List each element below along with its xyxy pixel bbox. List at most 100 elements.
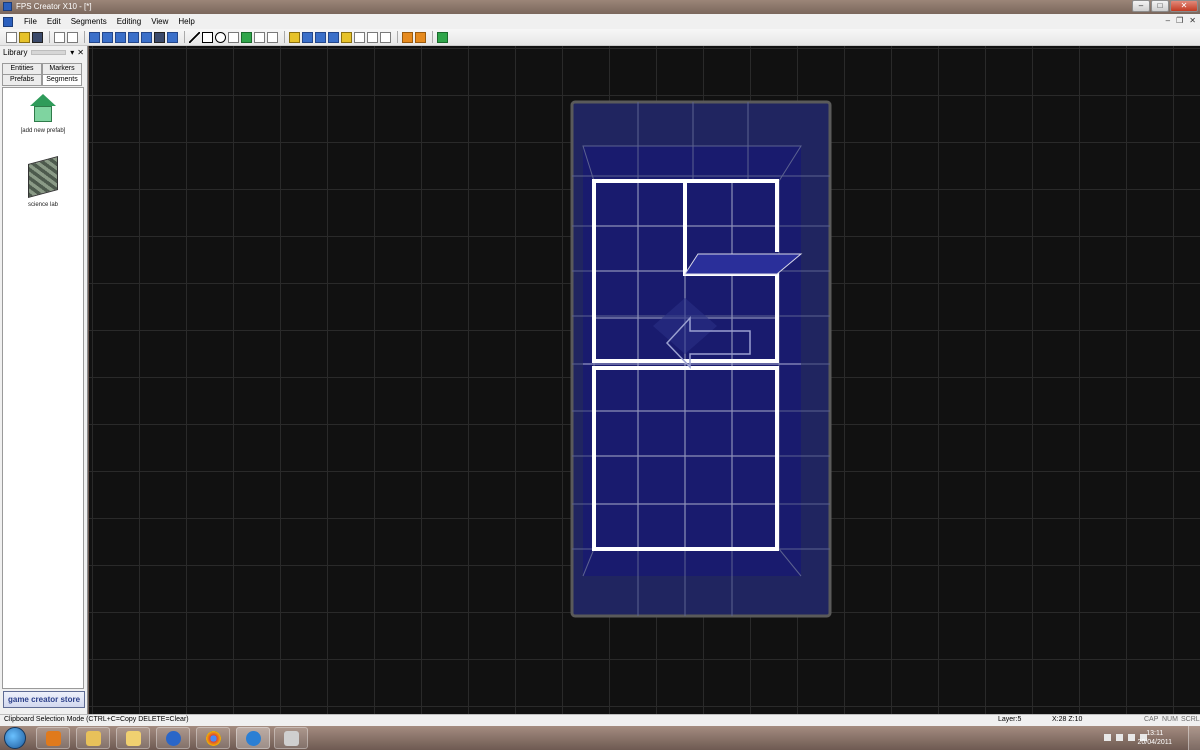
doc-restore-icon[interactable]: ❐ bbox=[1176, 16, 1183, 25]
test-game-icon[interactable] bbox=[402, 31, 413, 43]
status-bar: Clipboard Selection Mode (CTRL+C=Copy DE… bbox=[0, 714, 1200, 726]
layer-down-icon[interactable] bbox=[115, 31, 126, 43]
chrome-icon bbox=[206, 731, 221, 746]
line-tool-icon[interactable] bbox=[189, 31, 200, 43]
flag-icon[interactable] bbox=[1116, 734, 1123, 741]
library-panel: Library ▾ ✕ Entities Markers Prefabs Seg… bbox=[0, 46, 88, 714]
magnifier-icon[interactable] bbox=[167, 31, 178, 43]
paint-icon bbox=[284, 731, 299, 746]
game-creator-store-button[interactable]: game creator store bbox=[3, 691, 85, 708]
zoom-in-icon[interactable] bbox=[128, 31, 139, 43]
toolbar-separator bbox=[184, 31, 185, 43]
show-hidden-icon[interactable] bbox=[1104, 734, 1111, 741]
menu-view[interactable]: View bbox=[146, 17, 173, 26]
library-header: Library ▾ ✕ bbox=[0, 46, 87, 59]
library-item-add-prefab[interactable]: [add new prefab] bbox=[3, 94, 83, 134]
start-button[interactable] bbox=[4, 727, 26, 749]
clock[interactable]: 13:11 20/04/2011 bbox=[1137, 729, 1172, 747]
light-icon[interactable] bbox=[341, 31, 352, 43]
taskbar-paint[interactable] bbox=[274, 727, 308, 749]
doc-minimize-icon[interactable]: – bbox=[1166, 16, 1170, 25]
entity-icon[interactable] bbox=[302, 31, 313, 43]
prefab-icon[interactable] bbox=[289, 31, 300, 43]
tgc-icon bbox=[246, 731, 261, 746]
library-item-label: science lab bbox=[27, 202, 59, 208]
system-tray: 13:11 20/04/2011 bbox=[1090, 726, 1200, 750]
maximize-button[interactable]: □ bbox=[1151, 0, 1169, 12]
document-icon[interactable] bbox=[3, 16, 13, 27]
document-caption-buttons: – ❐ ✕ bbox=[1166, 16, 1196, 25]
layer-view-icon[interactable] bbox=[89, 31, 100, 43]
library-item-science-lab[interactable]: science lab bbox=[3, 155, 83, 208]
map-scene bbox=[570, 100, 832, 618]
taskbar-explorer[interactable] bbox=[76, 727, 110, 749]
toolbar bbox=[0, 29, 1200, 46]
circle-tool-icon[interactable] bbox=[215, 31, 226, 43]
menu-edit[interactable]: Edit bbox=[42, 17, 66, 26]
status-layer: Layer:5 bbox=[998, 716, 1022, 723]
taskbar: 13:11 20/04/2011 bbox=[0, 726, 1200, 750]
build-game-icon[interactable] bbox=[415, 31, 426, 43]
title-bar: FPS Creator X10 - [*] – □ ✕ bbox=[0, 0, 1200, 14]
tab-prefabs[interactable]: Prefabs bbox=[2, 74, 42, 86]
marker-icon[interactable] bbox=[328, 31, 339, 43]
view-map-icon[interactable] bbox=[154, 31, 165, 43]
layer-up-icon[interactable] bbox=[102, 31, 113, 43]
open-file-icon[interactable] bbox=[19, 31, 30, 43]
save-icon[interactable] bbox=[32, 31, 43, 43]
undo-icon[interactable] bbox=[54, 31, 65, 43]
toolbar-separator bbox=[397, 31, 398, 43]
waypoint-icon[interactable] bbox=[315, 31, 326, 43]
map-viewport[interactable] bbox=[89, 46, 1200, 714]
menu-segments[interactable]: Segments bbox=[66, 17, 112, 26]
exit-icon[interactable] bbox=[437, 31, 448, 43]
toolbar-separator bbox=[84, 31, 85, 43]
menu-editing[interactable]: Editing bbox=[112, 17, 146, 26]
new-file-icon[interactable] bbox=[6, 31, 17, 43]
network-icon bbox=[166, 731, 181, 746]
menu-bar: File Edit Segments Editing View Help – ❐… bbox=[0, 14, 1200, 29]
clock-date: 20/04/2011 bbox=[1137, 739, 1172, 746]
house-icon bbox=[30, 94, 56, 124]
window-caption-buttons: – □ ✕ bbox=[1131, 0, 1198, 12]
status-coordinates: X:28 Z:10 bbox=[1052, 716, 1083, 723]
rectangle-tool-icon[interactable] bbox=[202, 31, 213, 43]
delete-icon[interactable] bbox=[380, 31, 391, 43]
tab-segments[interactable]: Segments bbox=[42, 74, 82, 86]
taskbar-chrome[interactable] bbox=[196, 727, 230, 749]
minimize-button[interactable]: – bbox=[1132, 0, 1150, 12]
toolbar-separator bbox=[49, 31, 50, 43]
network-tray-icon[interactable] bbox=[1128, 734, 1135, 741]
library-tabs: Entities Markers Prefabs Segments bbox=[2, 63, 84, 87]
select-icon[interactable] bbox=[367, 31, 378, 43]
taskbar-libraries[interactable] bbox=[116, 727, 150, 749]
pick-tool-icon[interactable] bbox=[228, 31, 239, 43]
zoom-out-icon[interactable] bbox=[141, 31, 152, 43]
menu-help[interactable]: Help bbox=[173, 17, 199, 26]
eyedropper-icon[interactable] bbox=[254, 31, 265, 43]
libraries-icon bbox=[126, 731, 141, 746]
show-desktop-button[interactable] bbox=[1188, 726, 1200, 750]
menu-file[interactable]: File bbox=[19, 17, 42, 26]
app-icon bbox=[3, 2, 12, 11]
library-close-icon[interactable]: ✕ bbox=[77, 48, 84, 57]
clock-time: 13:11 bbox=[1146, 730, 1164, 737]
status-mode-text: Clipboard Selection Mode (CTRL+C=Copy DE… bbox=[4, 716, 189, 723]
taskbar-tgc[interactable] bbox=[236, 727, 270, 749]
grid-icon[interactable] bbox=[354, 31, 365, 43]
pin-icon[interactable]: ▾ bbox=[70, 48, 74, 57]
library-content: [add new prefab] science lab bbox=[2, 87, 84, 689]
library-title: Library bbox=[3, 48, 28, 57]
window-title: FPS Creator X10 - [*] bbox=[16, 2, 92, 11]
redo-icon[interactable] bbox=[67, 31, 78, 43]
taskbar-media-player[interactable] bbox=[36, 727, 70, 749]
status-scrl: SCRL bbox=[1181, 716, 1200, 723]
doc-close-icon[interactable]: ✕ bbox=[1189, 16, 1196, 25]
close-button[interactable]: ✕ bbox=[1170, 0, 1198, 12]
panel-grip[interactable] bbox=[31, 50, 67, 55]
status-num: NUM bbox=[1162, 716, 1178, 723]
rotate-icon[interactable] bbox=[267, 31, 278, 43]
taskbar-app[interactable] bbox=[156, 727, 190, 749]
paint-segment-icon[interactable] bbox=[241, 31, 252, 43]
toolbar-separator bbox=[284, 31, 285, 43]
